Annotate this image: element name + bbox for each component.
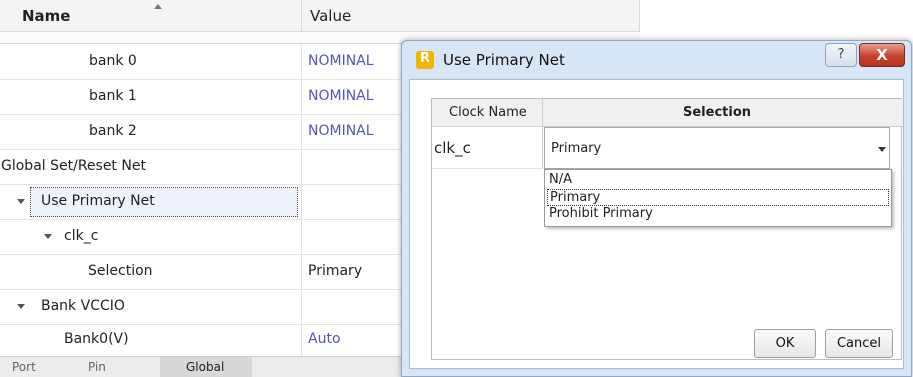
row-value[interactable]: NOMINAL: [308, 53, 374, 69]
help-icon: ?: [837, 47, 845, 62]
row-value[interactable]: Primary: [308, 263, 362, 279]
app-logo-icon: R: [416, 51, 434, 69]
row-name: Bank0(V): [64, 331, 129, 347]
chevron-down-icon[interactable]: [878, 147, 886, 152]
row-value[interactable]: NOMINAL: [308, 88, 374, 104]
column-header-name-label: Name: [22, 7, 71, 25]
dialog-body: Clock Name Selection clk_c Primary N/A P…: [409, 79, 904, 369]
tab-pin[interactable]: Pin: [88, 357, 148, 377]
dialog-title: Use Primary Net: [443, 51, 565, 69]
row-name: bank 1: [89, 88, 137, 104]
row-name: Use Primary Net: [41, 193, 155, 209]
selection-combobox-value: Primary: [551, 141, 602, 156]
column-header-selection-label: Selection: [683, 105, 752, 120]
column-header-value[interactable]: Value: [302, 0, 640, 32]
dropdown-option-na[interactable]: N/A: [547, 172, 889, 189]
row-value[interactable]: Auto: [308, 331, 341, 347]
cancel-button[interactable]: Cancel: [825, 329, 893, 358]
selection-combobox[interactable]: Primary: [544, 127, 890, 169]
clock-selection-table: Clock Name Selection clk_c Primary N/A P…: [431, 98, 903, 360]
tab-global-label: Global: [186, 360, 225, 374]
column-header-name[interactable]: Name: [0, 0, 302, 32]
tab-port[interactable]: Port: [12, 357, 72, 377]
clock-name-value: clk_c: [434, 139, 471, 157]
row-name: bank 0: [89, 53, 137, 69]
row-name: Global Set/Reset Net: [1, 158, 146, 174]
help-button[interactable]: ?: [825, 43, 857, 67]
row-name: Selection: [88, 263, 153, 279]
row-value[interactable]: NOMINAL: [308, 123, 374, 139]
sort-ascending-icon: [154, 4, 162, 9]
column-header-clock-name-label: Clock Name: [449, 105, 527, 120]
column-header-value-label: Value: [310, 7, 352, 25]
use-primary-net-dialog: R Use Primary Net ? X Clock Name Selecti…: [401, 40, 912, 377]
row-name: Bank VCCIO: [41, 298, 125, 314]
dropdown-option-primary[interactable]: Primary: [547, 189, 889, 206]
dropdown-option-prohibit-primary[interactable]: Prohibit Primary: [547, 206, 889, 223]
tab-global[interactable]: Global: [160, 357, 252, 377]
column-header-clock-name[interactable]: Clock Name: [432, 99, 543, 127]
row-name: clk_c: [64, 228, 99, 244]
column-header-selection[interactable]: Selection: [543, 99, 903, 127]
clock-name-cell[interactable]: clk_c: [432, 127, 543, 169]
expand-toggle-icon[interactable]: [17, 304, 25, 309]
expand-toggle-icon[interactable]: [44, 234, 52, 239]
expand-toggle-icon[interactable]: [17, 199, 25, 204]
ok-button[interactable]: OK: [754, 329, 816, 358]
selection-dropdown-list: N/A Primary Prohibit Primary: [544, 169, 892, 227]
close-button[interactable]: X: [859, 43, 905, 67]
tab-port-label: Port: [12, 360, 36, 374]
tab-pin-label: Pin: [88, 360, 106, 374]
close-icon: X: [876, 46, 888, 64]
row-name: bank 2: [89, 123, 137, 139]
dialog-titlebar[interactable]: R Use Primary Net ? X: [402, 41, 911, 79]
app-logo-letter: R: [420, 51, 431, 66]
